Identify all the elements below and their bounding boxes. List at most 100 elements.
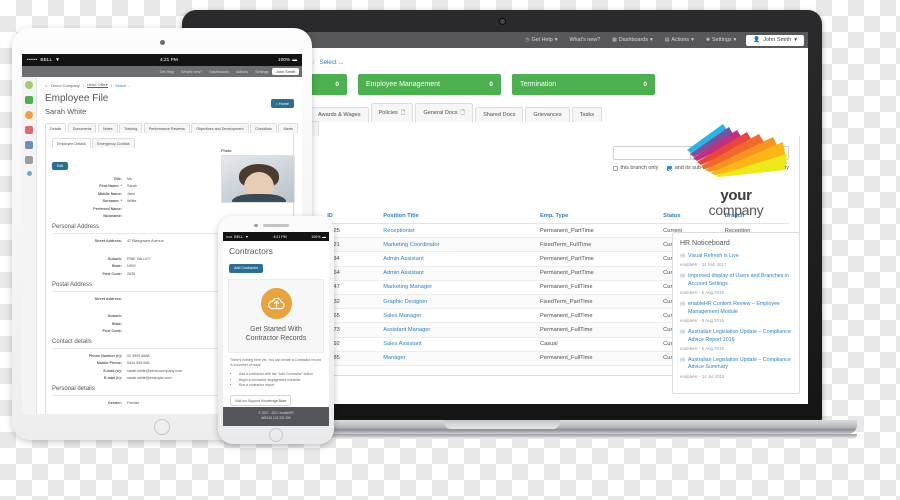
- news-icon: ▤: [680, 273, 686, 280]
- tablet-nav-settings[interactable]: Settings: [252, 70, 272, 74]
- field-phone-home-label: Phone Number (h):: [88, 354, 122, 359]
- field-nickname-label: Nickname:: [103, 213, 122, 218]
- tablet-tab-alerts[interactable]: Alerts: [278, 123, 298, 133]
- tab-tasks-label: Tasks: [579, 112, 595, 118]
- cell-emp-type: Permanent_PartTime: [536, 223, 661, 239]
- tablet-tab-notes[interactable]: Notes: [97, 123, 118, 133]
- tablet-nav-actions[interactable]: Actions: [233, 70, 252, 74]
- nav-settings[interactable]: ✺ Settings ▾: [700, 37, 742, 43]
- cell-position[interactable]: Admin Assistant: [380, 251, 537, 267]
- field-email-work-value: sarah.white@zencocompany.com: [127, 368, 183, 373]
- photo-body: [232, 194, 286, 202]
- add-contractor-button[interactable]: Add Contractor: [229, 263, 264, 273]
- tablet-tab-training[interactable]: Training: [119, 123, 143, 133]
- tablet-page-title: Employee File: [45, 93, 109, 104]
- nav-get-help[interactable]: ◷ Get Help ▾: [519, 37, 563, 43]
- tab-shared-docs[interactable]: Shared Docs: [475, 107, 524, 122]
- org-icon[interactable]: [25, 141, 33, 149]
- tab-grievances[interactable]: Grievances: [525, 107, 570, 122]
- breadcrumb-select[interactable]: Select ...: [319, 59, 343, 66]
- module-employee-management[interactable]: Employee Management 0: [358, 74, 501, 95]
- tablet-subtab-employee-details[interactable]: Employee Details: [52, 138, 91, 148]
- cell-position[interactable]: Marketing Coordinator: [380, 237, 537, 253]
- cell-position[interactable]: Manager: [380, 351, 537, 366]
- chevron-down-icon: ▾: [649, 37, 653, 43]
- home-icon[interactable]: [25, 81, 33, 89]
- notice-item-title[interactable]: Visual Refresh is Live: [688, 253, 739, 261]
- field-mobile-phone-label: Mobile Phone:: [96, 361, 122, 366]
- battery-icon: ▬: [322, 234, 326, 239]
- people-icon[interactable]: [25, 126, 33, 134]
- gear-icon[interactable]: [25, 111, 33, 119]
- phone-home-button-hw[interactable]: [269, 428, 283, 442]
- support-knowledge-base-link[interactable]: Visit our Support Knowledge Base: [230, 395, 292, 407]
- tablet-home-button[interactable]: ⌂ Home: [270, 99, 294, 108]
- phone-page-title: Contractors: [229, 246, 273, 256]
- tablet-nav-dashboards[interactable]: Dashboards: [206, 70, 233, 74]
- notice-item[interactable]: ▤ Visual Refresh is Live enableHr - 24 F…: [680, 253, 792, 267]
- tablet-tab-documents[interactable]: Documents: [67, 123, 97, 133]
- battery-percent-label: 100%: [311, 234, 321, 239]
- notice-item[interactable]: ▤ Australian Legislation Update – Compli…: [680, 329, 792, 351]
- user-menu[interactable]: 👤 John Smith ▾: [746, 34, 804, 46]
- notice-item[interactable]: ▤ Australian Legislation Update – Compli…: [680, 357, 792, 379]
- tablet-home-button-hw[interactable]: [154, 419, 170, 435]
- signal-icon: •••••: [27, 57, 38, 63]
- nav-whats-new[interactable]: What's new?: [563, 37, 606, 43]
- tablet-nav-get-help[interactable]: Get Help: [156, 70, 178, 74]
- cell-position[interactable]: Admin Assistant: [380, 266, 537, 281]
- filter-this-branch-only[interactable]: this branch only: [613, 165, 658, 171]
- tablet-edit-button[interactable]: Edit: [52, 162, 69, 170]
- info-icon[interactable]: [26, 171, 32, 176]
- briefcase-icon[interactable]: [25, 156, 33, 164]
- cell-emp-type: Permanent_PartTime: [536, 251, 661, 267]
- empty-state-title-line2: Contractor Records: [245, 335, 307, 343]
- column-id[interactable]: ID: [324, 209, 381, 224]
- tablet-tab-checklists[interactable]: Checklists: [250, 123, 277, 133]
- checkbox-icon[interactable]: [613, 165, 619, 171]
- tablet-breadcrumb-select[interactable]: Select ...: [115, 83, 131, 88]
- tablet-user-menu[interactable]: John Smith: [272, 68, 299, 75]
- column-position-title[interactable]: Position Title: [380, 209, 537, 224]
- tab-awards-wages[interactable]: Awards & Wages: [309, 107, 369, 122]
- tablet-tab-objectives[interactable]: Objectives and Development: [191, 123, 249, 133]
- field-postal-street-address-label: Street Address:: [94, 296, 122, 301]
- cell-position[interactable]: Graphic Designer: [380, 294, 537, 310]
- tab-tasks[interactable]: Tasks: [571, 107, 603, 122]
- tablet-breadcrumb-company[interactable]: Zenco Company: [50, 83, 79, 88]
- nav-dashboards[interactable]: ▦ Dashboards ▾: [606, 37, 659, 43]
- tab-policies[interactable]: Policies 🗋: [370, 103, 414, 122]
- notice-item-title-row: ▤ Australian Legislation Update – Compli…: [680, 329, 792, 344]
- tablet-tab-performance-reviews[interactable]: Performance Reviews: [143, 123, 190, 133]
- notice-item-title[interactable]: enableHR Content Review – Employee Manag…: [688, 301, 792, 316]
- cell-position[interactable]: Sales Assistant: [380, 337, 537, 352]
- cell-position[interactable]: Sales Manager: [380, 308, 537, 324]
- carrier-label: BELL: [234, 234, 244, 239]
- cell-position[interactable]: Assistant Manager: [380, 322, 537, 338]
- tablet-sidebar: [22, 77, 37, 414]
- list-item: Run a contractor import: [239, 383, 322, 388]
- tablet-home-button-label: Home: [278, 101, 289, 106]
- phone-camera-icon: [254, 223, 258, 227]
- cell-position[interactable]: Marketing Manager: [380, 280, 537, 295]
- cell-position[interactable]: Receptionist: [380, 223, 537, 239]
- notice-item-title[interactable]: Improved display of Users and Branches i…: [688, 273, 792, 288]
- tablet-nav-whats-new[interactable]: What's new?: [178, 70, 206, 74]
- notice-item[interactable]: ▤ Improved display of Users and Branches…: [680, 273, 792, 295]
- carrier-label: BELL: [40, 57, 53, 63]
- empty-state-body: There's nothing here yet. You can create…: [223, 353, 329, 407]
- column-emp-type[interactable]: Emp. Type: [536, 209, 661, 224]
- tab-general-docs[interactable]: General Docs 🗋: [415, 103, 474, 122]
- notice-item[interactable]: ▤ enableHR Content Review – Employee Man…: [680, 301, 792, 323]
- leaf-icon[interactable]: [25, 96, 33, 104]
- webcam-icon: [499, 19, 505, 24]
- notice-item-title[interactable]: Australian Legislation Update – Complian…: [688, 357, 792, 372]
- tablet-breadcrumb-office[interactable]: Head Office: [86, 82, 108, 88]
- signal-icon: •••••: [226, 234, 233, 239]
- tablet-breadcrumb-home-icon[interactable]: ⌂: [45, 83, 47, 88]
- tablet-tab-details[interactable]: Details: [45, 123, 67, 133]
- module-termination[interactable]: Termination 0: [512, 74, 655, 95]
- notice-item-title[interactable]: Australian Legislation Update – Complian…: [688, 329, 792, 344]
- tablet-subtab-emergency-contact[interactable]: Emergency Contact: [92, 138, 135, 148]
- nav-actions[interactable]: ▤ Actions ▾: [659, 37, 700, 43]
